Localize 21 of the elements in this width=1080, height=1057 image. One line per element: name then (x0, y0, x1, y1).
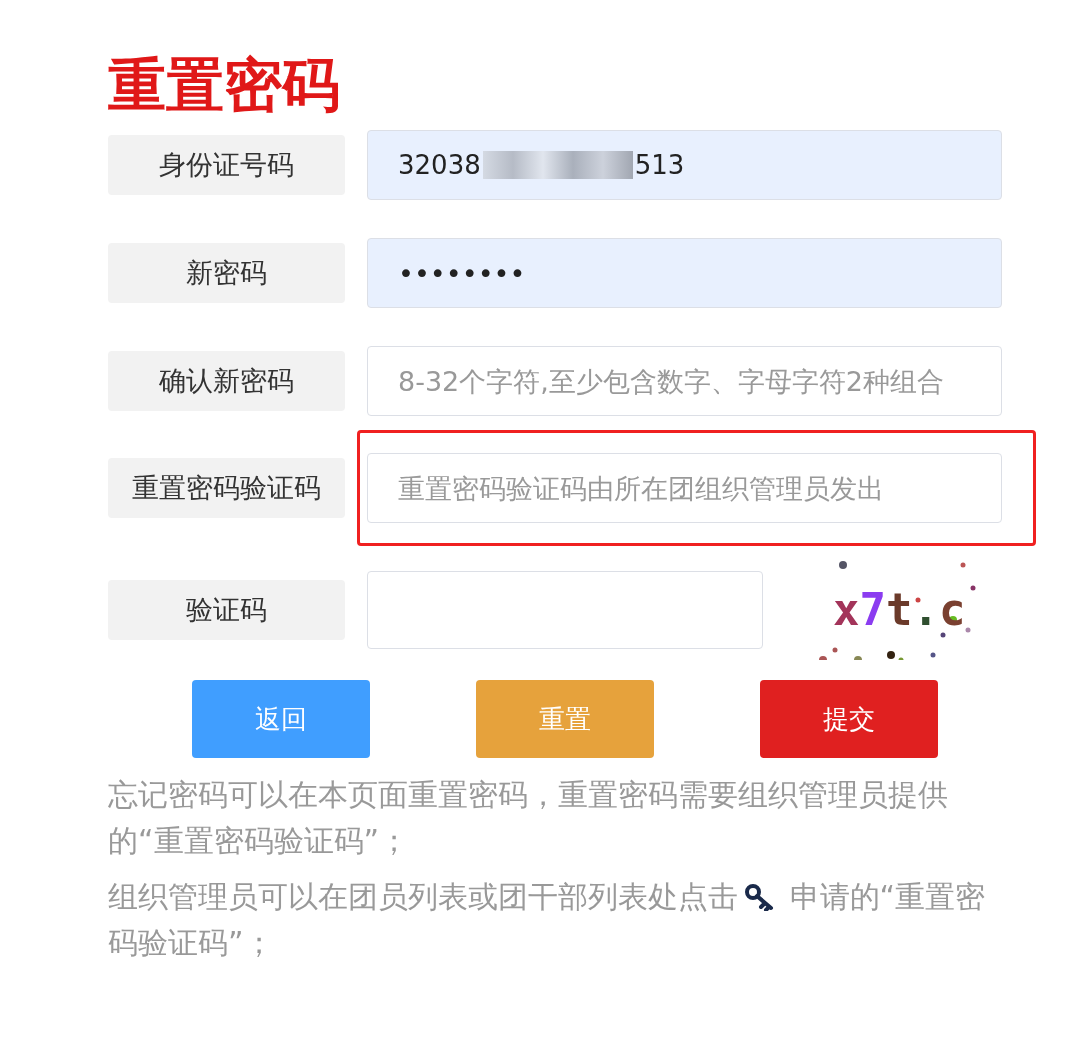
captcha-character: x (833, 583, 860, 637)
captcha-character: t (886, 583, 913, 637)
help-paragraph: 忘记密码可以在本页面重置密码，重置密码需要组织管理员提供的“重置密码验证码”； (108, 776, 949, 860)
action-button[interactable]: 返回 (192, 680, 370, 758)
field-label: 身份证号码 (108, 135, 345, 195)
text-field[interactable]: 重置密码验证码由所在团组织管理员发出 (367, 453, 1002, 523)
key-icon (744, 883, 774, 911)
captcha-character: . (912, 583, 939, 637)
password-field[interactable]: •••••••• (367, 238, 1002, 308)
captcha-field[interactable] (367, 571, 763, 649)
captcha-character: 7 (859, 583, 886, 637)
field-label: 确认新密码 (108, 351, 345, 411)
field-label: 重置密码验证码 (108, 458, 345, 518)
page-title: 重置密码 (108, 50, 341, 120)
id-number-field[interactable]: 32038 513 (367, 130, 1002, 200)
help-paragraph: 组织管理员可以在团员列表或团干部列表处点击 申请的“重置密码验证码”； (108, 878, 987, 962)
field-label: 新密码 (108, 243, 345, 303)
captcha-character: c (939, 583, 966, 637)
text-field[interactable]: 8-32个字符,至少包含数字、字母字符2种组合 (367, 346, 1002, 416)
action-button[interactable]: 提交 (760, 680, 938, 758)
field-label: 验证码 (108, 580, 345, 640)
